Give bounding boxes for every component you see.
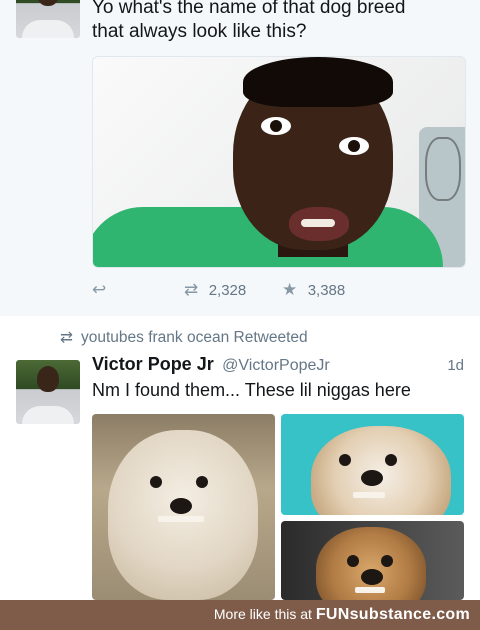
tweet-text: Nm I found them... These lil niggas here — [92, 380, 411, 400]
tweet-header: Victor Pope Jr @VictorPopeJr 1d — [92, 354, 464, 375]
retweet-context: ⇄ youtubes frank ocean Retweeted — [60, 329, 308, 346]
retweet-count: 2,328 — [208, 282, 247, 299]
avatar[interactable] — [16, 0, 80, 38]
like-count: 3,388 — [307, 282, 346, 299]
reply-button[interactable]: ↩ — [92, 280, 112, 300]
tweet-photo-grid — [92, 414, 464, 600]
site-watermark-bar: More like this at FUNsubstance.com — [0, 600, 480, 630]
tweet-photo[interactable] — [92, 414, 275, 600]
retweet-icon: ⇄ — [184, 280, 199, 299]
avatar[interactable] — [16, 360, 80, 424]
like-button[interactable]: ★ 3,388 — [282, 280, 345, 300]
display-name[interactable]: Victor Pope Jr — [92, 354, 214, 374]
tweet-photo[interactable] — [281, 521, 464, 600]
tweet-text: Yo what's the name of that dog breed tha… — [92, 0, 406, 42]
tweet-photo[interactable] — [92, 56, 466, 268]
tweet-timestamp[interactable]: 1d — [447, 357, 464, 374]
star-icon: ★ — [282, 280, 298, 299]
site-brand: FUNsubstance.com — [315, 606, 470, 623]
watermark-text[interactable]: More like this at FUNsubstance.com — [214, 606, 470, 624]
user-handle[interactable]: @VictorPopeJr — [222, 357, 330, 374]
retweet-icon: ⇄ — [60, 329, 73, 346]
tweet-actions: ↩ ⇄ 2,328 ★ 3,388 — [92, 280, 464, 304]
retweeted-tweet: ⇄ youtubes frank ocean Retweeted Victor P… — [0, 316, 480, 600]
tweet-photo[interactable] — [281, 414, 464, 515]
retweet-button[interactable]: ⇄ 2,328 — [184, 280, 246, 300]
reply-icon: ↩ — [92, 280, 107, 299]
original-tweet: Yo what's the name of that dog breed tha… — [0, 0, 480, 316]
